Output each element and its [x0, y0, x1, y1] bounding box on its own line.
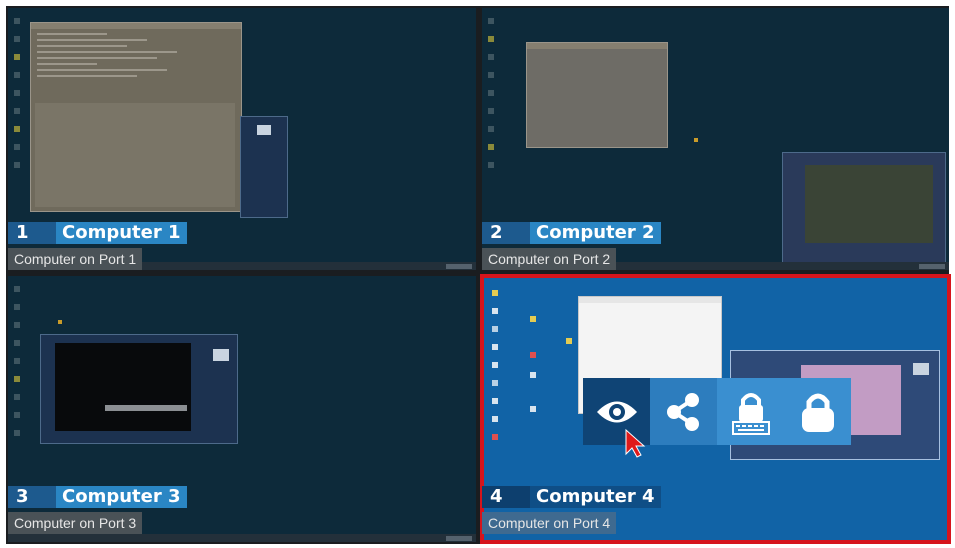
computer-pane-1[interactable]: 1 Computer 1 Computer on Port 1 [8, 8, 476, 270]
port-label: Computer on Port 1 [8, 248, 143, 270]
pane-number: 3 [8, 486, 56, 508]
computer-pane-3[interactable]: 3 Computer 3 Computer on Port 3 [8, 276, 476, 542]
share-icon [666, 392, 699, 431]
computer-pane-4[interactable]: 4 Computer 4 Computer on Port 4 [480, 274, 951, 544]
pane-title: 2 Computer 2 [482, 222, 661, 244]
keyboard-lock-icon [731, 392, 770, 435]
port-label: Computer on Port 4 [482, 512, 617, 534]
computer-name: Computer 3 [56, 486, 187, 508]
share-button[interactable] [650, 378, 717, 445]
app-window [240, 116, 288, 218]
text-editor-window [30, 22, 242, 212]
pane-title: 3 Computer 3 [8, 486, 187, 508]
pane-number: 2 [482, 222, 530, 244]
pane-number: 1 [8, 222, 56, 244]
desktop-icon [530, 352, 536, 358]
media-window [40, 334, 238, 444]
pane-number: 4 [482, 486, 530, 508]
desktop-icon [530, 316, 536, 322]
desktop-icons [14, 18, 24, 180]
browser-window [526, 42, 668, 148]
desktop-icon [566, 338, 572, 344]
desktop-icons [492, 290, 502, 452]
taskbar [8, 534, 476, 542]
port-label: Computer on Port 2 [482, 248, 617, 270]
port-label: Computer on Port 3 [8, 512, 143, 534]
pane-title: 1 Computer 1 [8, 222, 187, 244]
eye-icon [596, 401, 637, 422]
computer-name: Computer 4 [530, 486, 661, 508]
pane-title: 4 Computer 4 [482, 486, 661, 508]
desktop-dot [694, 138, 698, 142]
desktop-icon [530, 406, 536, 412]
lock-icon [801, 393, 834, 432]
computer-name: Computer 1 [56, 222, 187, 244]
desktop-icons [14, 286, 24, 448]
video-player-window [782, 152, 946, 266]
mouse-cursor-icon [625, 428, 646, 458]
computer-pane-2[interactable]: 2 Computer 2 Computer on Port 2 [482, 8, 949, 270]
keyboard-lock-button[interactable] [717, 378, 784, 445]
desktop-icons [488, 18, 498, 180]
computer-name: Computer 2 [530, 222, 661, 244]
desktop-dot [58, 320, 62, 324]
lock-button[interactable] [784, 378, 851, 445]
desktop-icon [530, 372, 536, 378]
